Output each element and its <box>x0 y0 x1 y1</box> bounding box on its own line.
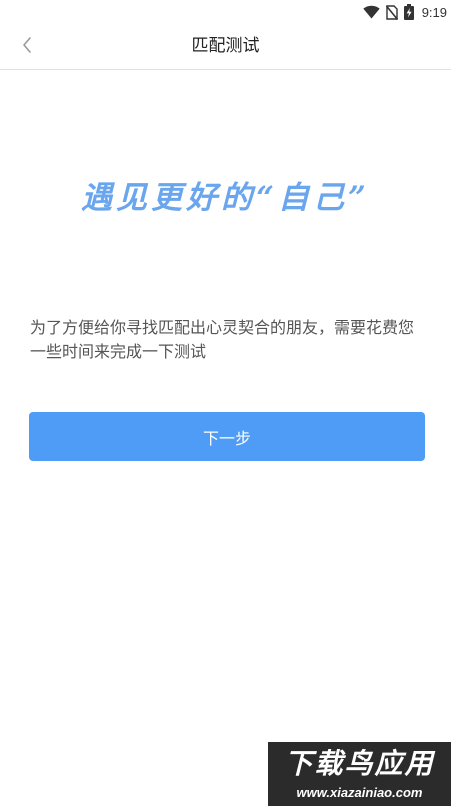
next-step-button[interactable]: 下一步 <box>29 412 425 461</box>
back-button[interactable] <box>10 30 44 64</box>
status-bar: 9:19 <box>0 0 451 24</box>
status-icons: 9:19 <box>357 2 447 22</box>
battery-charging-icon <box>403 4 414 20</box>
watermark-title: 下载鸟应用 <box>284 747 435 780</box>
status-time: 9:19 <box>421 4 447 20</box>
watermark-logo: 下载鸟应用 www.xiazainiao.com <box>268 742 451 806</box>
description-text: 为了方便给你寻找匹配出心灵契合的朋友，需要花费您一些时间来完成一下测试 <box>30 318 415 361</box>
wifi-icon <box>362 5 380 19</box>
headline: 遇见更好的“自己” <box>81 180 370 216</box>
app-bar: 匹配测试 <box>0 24 451 70</box>
chevron-left-icon <box>21 36 33 58</box>
watermark-url: www.xiazainiao.com <box>296 785 423 800</box>
page-title: 匹配测试 <box>191 36 260 56</box>
app-screen: 9:19 匹配测试 遇见更好的“自己” 为了方便给你寻找匹配出心灵契合的朋友，需… <box>0 0 451 806</box>
no-sim-icon <box>385 4 398 20</box>
